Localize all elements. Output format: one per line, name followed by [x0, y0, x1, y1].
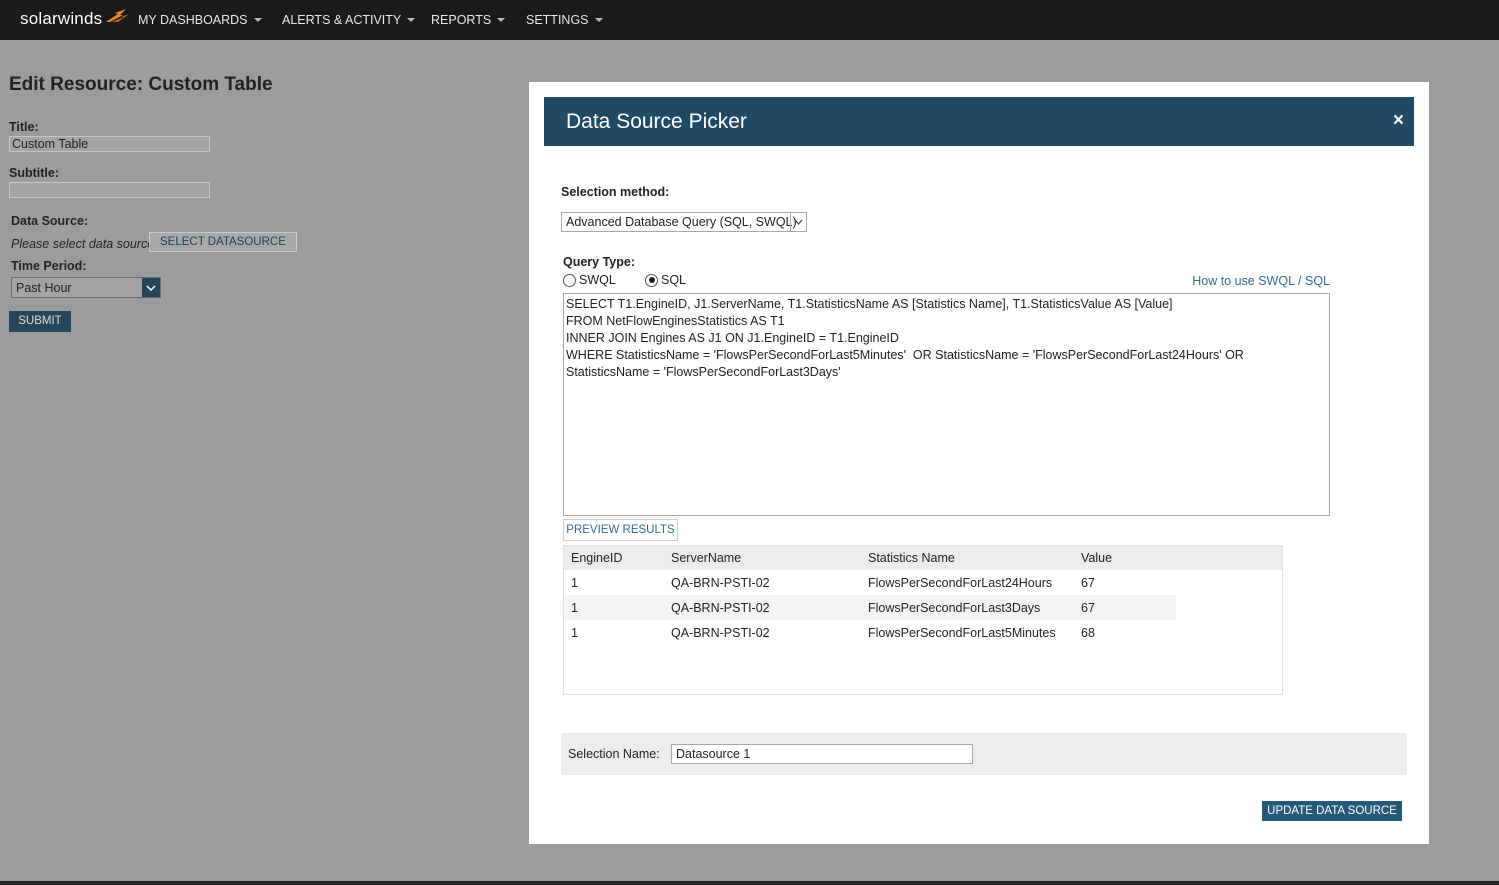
chevron-down-icon — [497, 18, 506, 22]
top-nav-bar: solarwinds MY DASHBOARDS ALERTS & ACTIVI… — [0, 0, 1499, 40]
data-source-placeholder: Please select data source — [11, 237, 155, 251]
table-cell: FlowsPerSecondForLast5Minutes — [868, 625, 1056, 640]
title-input[interactable]: Custom Table — [9, 136, 210, 152]
table-cell: 1 — [571, 600, 578, 615]
nav-label: ALERTS & ACTIVITY — [282, 13, 402, 27]
nav-reports[interactable]: REPORTS — [431, 13, 506, 27]
radio-sql[interactable]: SQL — [645, 273, 686, 287]
nav-label: MY DASHBOARDS — [138, 13, 248, 27]
data-source-picker-dialog: Data Source Picker × Selection method: A… — [529, 82, 1429, 844]
column-header: Value — [1081, 551, 1113, 565]
preview-results-button[interactable]: PREVIEW RESULTS — [563, 519, 678, 541]
table-cell: FlowsPerSecondForLast24Hours — [868, 575, 1053, 590]
table-cell: 1 — [571, 575, 578, 590]
submit-button[interactable]: SUBMIT — [9, 311, 71, 332]
query-textarea[interactable]: SELECT T1.EngineID, J1.ServerName, T1.St… — [563, 293, 1330, 516]
table-cell: 67 — [1081, 600, 1095, 615]
selection-method-select[interactable]: Advanced Database Query (SQL, SWQL) — [561, 212, 807, 232]
selection-name-label: Selection Name: — [568, 747, 660, 761]
chevron-down-icon — [253, 18, 262, 22]
table-header-row: EngineID ServerName Statistics Name Valu… — [564, 546, 1176, 570]
selection-name-input[interactable]: Datasource 1 — [671, 744, 973, 764]
radio-button[interactable] — [645, 273, 658, 287]
query-type-label: Query Type: — [563, 255, 636, 269]
nav-label: SETTINGS — [526, 13, 589, 27]
chevron-down-icon — [790, 213, 806, 231]
data-source-label: Data Source: — [11, 214, 89, 228]
radio-label: SQL — [661, 273, 687, 287]
time-period-value: Past Hour — [16, 281, 72, 295]
table-cell: QA-BRN-PSTI-02 — [671, 625, 770, 640]
radio-label: SWQL — [579, 273, 616, 287]
bottom-bar — [0, 881, 1499, 885]
table-cell: QA-BRN-PSTI-02 — [671, 575, 770, 590]
select-datasource-button[interactable]: SELECT DATASOURCE — [149, 232, 297, 252]
table-cell: 1 — [571, 625, 578, 640]
title-label: Title: — [9, 120, 39, 134]
selection-method-label: Selection method: — [561, 185, 670, 199]
results-table-panel: EngineID ServerName Statistics Name Valu… — [563, 545, 1283, 695]
column-header: Statistics Name — [868, 551, 955, 565]
page-title: Edit Resource: Custom Table — [9, 74, 273, 95]
subtitle-label: Subtitle: — [9, 166, 59, 180]
radio-swql[interactable]: SWQL — [563, 273, 616, 287]
selection-name-bar: Selection Name: Datasource 1 — [561, 733, 1407, 775]
chevron-down-icon — [142, 278, 160, 297]
time-period-select[interactable]: Past Hour — [11, 277, 161, 298]
nav-my-dashboards[interactable]: MY DASHBOARDS — [138, 13, 262, 27]
time-period-label: Time Period: — [11, 259, 87, 273]
subtitle-input[interactable] — [9, 182, 210, 198]
solarwinds-logo[interactable]: solarwinds — [20, 9, 130, 29]
column-header: EngineID — [571, 551, 623, 565]
table-row: 1 QA-BRN-PSTI-02 FlowsPerSecondForLast3D… — [564, 595, 1176, 620]
logo-flame-icon — [106, 9, 130, 22]
nav-alerts-activity[interactable]: ALERTS & ACTIVITY — [282, 13, 416, 27]
dialog-header: Data Source Picker × — [544, 97, 1414, 146]
table-cell: 67 — [1081, 575, 1095, 590]
nav-settings[interactable]: SETTINGS — [526, 13, 603, 27]
table-cell: 68 — [1081, 625, 1095, 640]
update-data-source-button[interactable]: UPDATE DATA SOURCE — [1262, 801, 1402, 821]
results-table: EngineID ServerName Statistics Name Valu… — [564, 546, 1176, 645]
chevron-down-icon — [594, 18, 603, 22]
close-icon[interactable]: × — [1393, 111, 1404, 130]
table-row: 1 QA-BRN-PSTI-02 FlowsPerSecondForLast5M… — [564, 620, 1176, 645]
column-header: ServerName — [671, 551, 742, 565]
chevron-down-icon — [407, 18, 416, 22]
radio-button[interactable] — [563, 273, 576, 287]
selection-method-value: Advanced Database Query (SQL, SWQL) — [566, 215, 797, 229]
how-to-use-link[interactable]: How to use SWQL / SQL — [1192, 274, 1330, 288]
nav-label: REPORTS — [431, 13, 492, 27]
table-cell: QA-BRN-PSTI-02 — [671, 600, 770, 615]
dialog-title: Data Source Picker — [566, 110, 747, 133]
logo-text: solarwinds — [20, 9, 103, 28]
table-cell: FlowsPerSecondForLast3Days — [868, 600, 1041, 615]
table-row: 1 QA-BRN-PSTI-02 FlowsPerSecondForLast24… — [564, 570, 1176, 595]
